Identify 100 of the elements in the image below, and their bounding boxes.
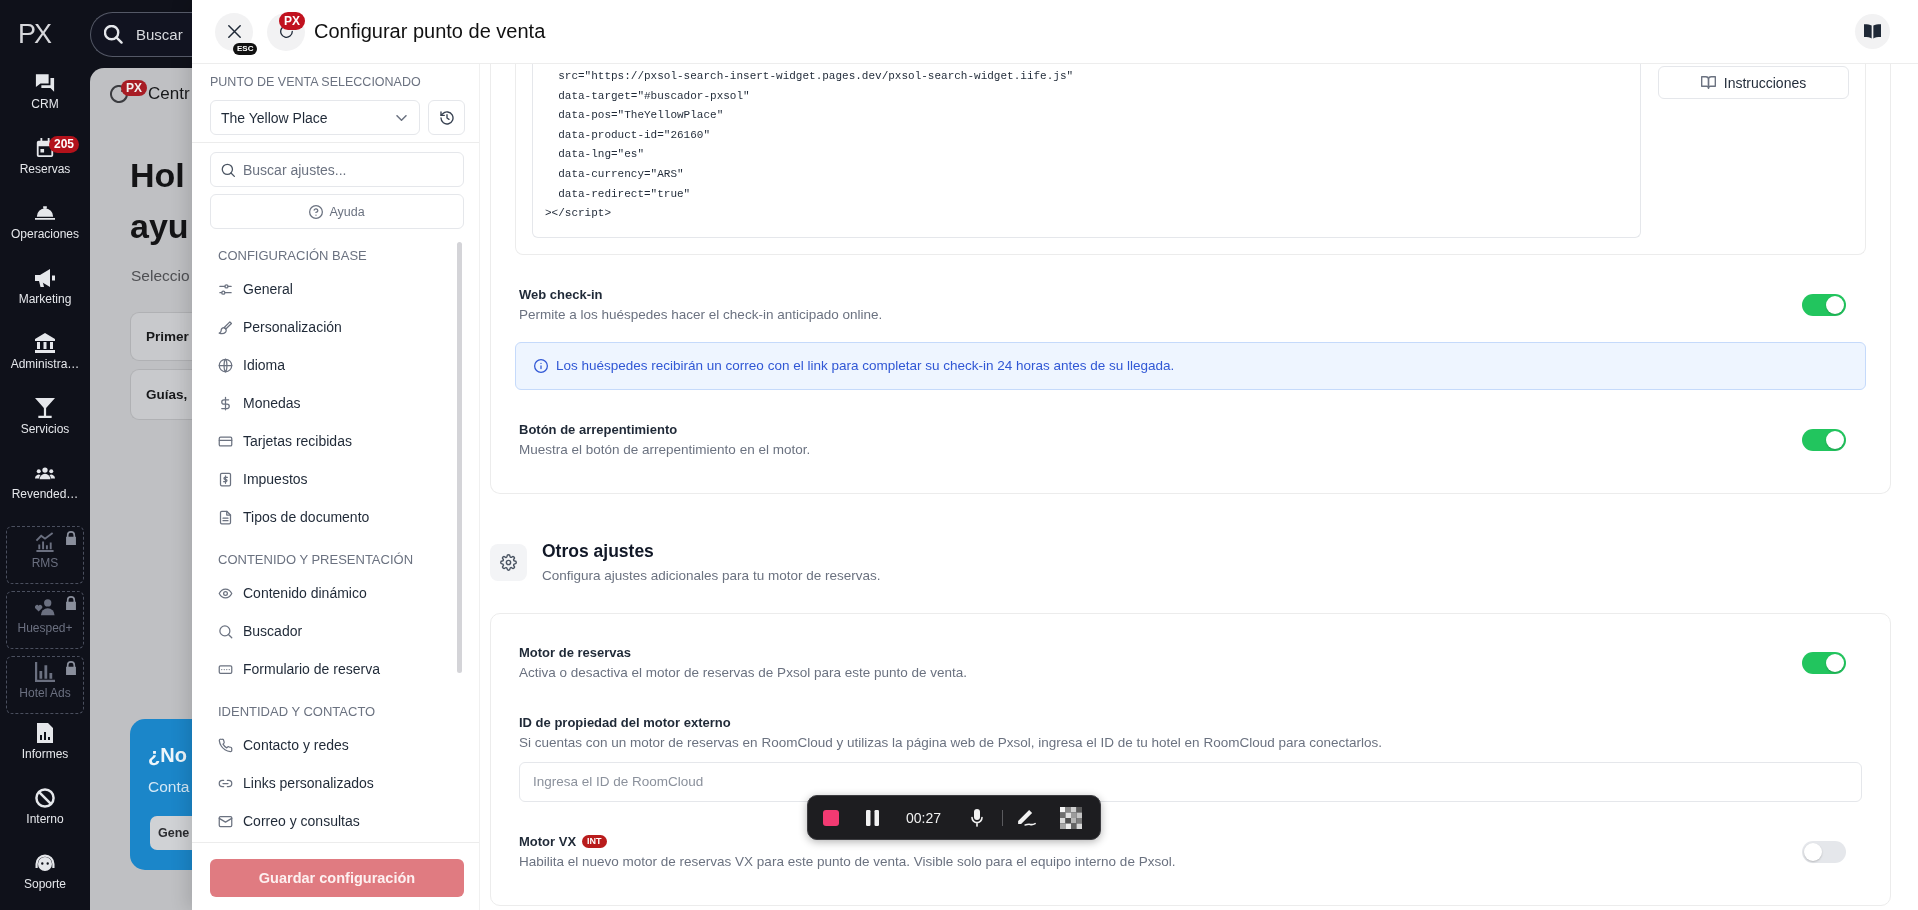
sidebar-item[interactable]: Links personalizados bbox=[214, 764, 453, 802]
pos-select[interactable]: The Yellow Place bbox=[210, 100, 420, 135]
sidebar-item[interactable]: Contacto y redes bbox=[214, 726, 453, 764]
sidebar-item[interactable]: Buscador bbox=[214, 612, 453, 650]
open-book-icon bbox=[1700, 76, 1716, 89]
cocktail-icon bbox=[35, 398, 55, 418]
promo-title: ¿No bbox=[148, 745, 187, 765]
gear-icon bbox=[490, 544, 527, 582]
lock-icon bbox=[65, 661, 77, 675]
headset-icon bbox=[35, 853, 55, 873]
setting-description: Permite a los huéspedes hacer el check-in anticipado online. bbox=[519, 305, 883, 324]
card-icon bbox=[218, 433, 233, 449]
report-icon bbox=[35, 723, 55, 743]
search-icon bbox=[221, 162, 235, 177]
setting-description: Si cuentas con un motor de reservas en RoomCloud y utilizas la página web de Pxsol, ingresa el ID de tu hotel en RoomCloud para conectarlos. bbox=[519, 733, 1382, 752]
sidebar-item[interactable]: Impuestos bbox=[214, 460, 453, 498]
count-badge: 205 bbox=[49, 136, 80, 153]
service-bell-icon bbox=[35, 203, 55, 223]
header-tag: PX bbox=[121, 80, 147, 96]
page-title: Centr bbox=[148, 84, 190, 104]
toggle-switch[interactable] bbox=[1802, 840, 1846, 863]
mail-icon bbox=[218, 813, 233, 829]
history-button[interactable] bbox=[428, 100, 465, 135]
sliders-icon bbox=[218, 281, 233, 297]
section-heading: IDENTIDAD Y CONTACTO bbox=[218, 703, 376, 721]
person-heart-icon bbox=[35, 597, 55, 617]
nav-item[interactable]: Huesped+ bbox=[6, 591, 84, 649]
bank-icon bbox=[35, 333, 55, 353]
document-icon bbox=[218, 509, 233, 525]
sidebar-item[interactable]: Monedas bbox=[214, 384, 453, 422]
info-icon bbox=[534, 358, 548, 373]
header-tag: PX bbox=[279, 11, 305, 30]
prohibited-icon bbox=[35, 788, 55, 808]
text-field[interactable]: Ingresa el ID de RoomCloud bbox=[519, 761, 1862, 802]
page-heading: ayu bbox=[130, 206, 189, 247]
nav-item[interactable]: Informes bbox=[0, 721, 90, 779]
nav-item[interactable]: Revended… bbox=[0, 461, 90, 519]
scrollbar-thumb[interactable] bbox=[457, 242, 462, 673]
nav-item[interactable]: CRM bbox=[0, 71, 90, 129]
lock-icon bbox=[65, 596, 77, 610]
nav-item[interactable]: Operaciones bbox=[0, 201, 90, 259]
nav-item[interactable]: Hotel Ads bbox=[6, 656, 84, 714]
nav-item[interactable]: Soporte bbox=[0, 851, 90, 909]
nav-item[interactable]: Marketing bbox=[0, 266, 90, 324]
section-title: Otros ajustes bbox=[542, 539, 654, 562]
drawer-title: Configurar punto de venta bbox=[314, 20, 546, 43]
sidebar-item[interactable]: Idioma bbox=[214, 346, 453, 384]
toggle-switch[interactable] bbox=[1802, 293, 1846, 316]
sidebar-item[interactable]: Tipos de documento bbox=[214, 498, 453, 536]
sidebar-item[interactable]: Tarjetas recibidas bbox=[214, 422, 453, 460]
code-snippet: src="https://pxsol-search-insert-widget.pages.dev/pxsol-search-widget.iife.js" data-target="#buscador-pxsol" data-pos="TheYellowPlace" data-product-id="26160" data-lng="es" data-currency="ARS" data-redirect="true" ></script> bbox=[532, 64, 1641, 238]
setting-description: Habilita el nuevo motor de reservas VX para este punto de venta. Visible solo para el equipo interno de Pxsol. bbox=[519, 852, 1176, 871]
alert-text: Los huéspedes recibirán un correo con el link para completar su check-in 24 horas antes de su llegada. bbox=[556, 358, 1175, 374]
chevron-down-icon bbox=[396, 114, 407, 121]
section-heading: CONTENIDO Y PRESENTACIÓN bbox=[218, 551, 414, 569]
sidebar-item[interactable]: Personalización bbox=[214, 308, 453, 346]
page-heading: Hol bbox=[130, 155, 185, 196]
mosaic-icon[interactable] bbox=[1060, 806, 1083, 829]
stop-icon[interactable] bbox=[823, 809, 839, 826]
setting-description: Muestra el botón de arrepentimiento en el motor. bbox=[519, 440, 811, 459]
section-description: Configura ajustes adicionales para tu motor de reservas. bbox=[542, 566, 881, 585]
toggle-switch[interactable] bbox=[1802, 651, 1846, 674]
globe-icon bbox=[218, 357, 233, 373]
nav-item[interactable]: Reservas 205 bbox=[0, 136, 90, 194]
pause-icon[interactable] bbox=[866, 809, 879, 826]
search-icon bbox=[104, 24, 123, 44]
dollar-icon bbox=[218, 395, 233, 411]
sidebar-item[interactable]: Formulario de reserva bbox=[214, 650, 453, 688]
setting-label: Motor VX bbox=[519, 832, 577, 851]
help-button[interactable]: Ayuda bbox=[210, 194, 464, 229]
promo-button[interactable]: Gene bbox=[150, 816, 192, 850]
instructions-button[interactable]: Instrucciones bbox=[1658, 66, 1849, 99]
logo[interactable]: PX bbox=[18, 19, 51, 49]
nav-item[interactable]: Servicios bbox=[0, 396, 90, 454]
setting-description: Activa o desactiva el motor de reservas de Pxsol para este punto de venta. bbox=[519, 663, 967, 682]
sidebar-item[interactable]: General bbox=[214, 270, 453, 308]
microphone-icon[interactable] bbox=[971, 808, 984, 827]
nav-item[interactable]: Administra… bbox=[0, 331, 90, 389]
settings-search-field[interactable]: Buscar ajustes... bbox=[210, 152, 464, 187]
nav-item[interactable]: Interno bbox=[0, 786, 90, 844]
chart-trend-icon bbox=[35, 532, 55, 552]
megaphone-icon bbox=[35, 268, 55, 288]
setting-label: ID de propiedad del motor externo bbox=[519, 713, 731, 732]
chat-icon bbox=[35, 73, 55, 93]
sidebar-item[interactable]: Correo y consultas bbox=[214, 802, 453, 840]
close-button[interactable] bbox=[215, 12, 253, 51]
help-card[interactable]: Guías, bbox=[130, 369, 192, 420]
help-card[interactable]: Primer bbox=[130, 312, 192, 361]
setting-label: Botón de arrepentimiento bbox=[519, 420, 678, 439]
receipt-icon bbox=[218, 471, 233, 487]
book-button[interactable] bbox=[1855, 14, 1890, 49]
history-icon bbox=[439, 110, 454, 125]
search-field[interactable]: Buscar bbox=[90, 11, 192, 57]
nav-item[interactable]: RMS bbox=[6, 526, 84, 584]
field-label: PUNTO DE VENTA SELECCIONADO bbox=[210, 74, 421, 90]
sidebar-item[interactable]: Contenido dinámico bbox=[214, 574, 453, 612]
book-icon bbox=[1864, 24, 1881, 39]
pen-icon[interactable] bbox=[1017, 809, 1038, 826]
setting-label: Web check-in bbox=[519, 285, 603, 304]
toggle-switch[interactable] bbox=[1802, 428, 1846, 451]
